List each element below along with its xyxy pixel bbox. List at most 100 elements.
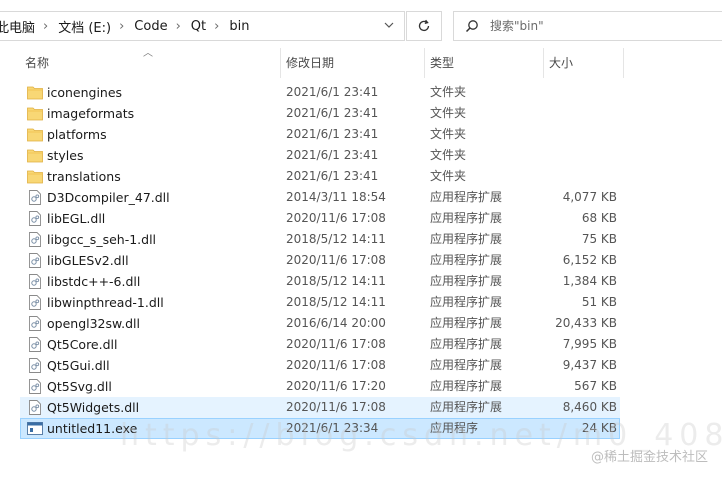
file-row[interactable]: libwinpthread-1.dll 2018/5/12 14:11 应用程序扩展… [20,292,620,313]
file-type: 文件夹 [430,127,467,141]
file-name[interactable]: translations [47,167,297,186]
file-row[interactable]: libEGL.dll 2020/11/6 17:08 应用程序扩展 68 KB [20,208,620,229]
column-header-name[interactable]: 名称 [20,48,280,78]
chevron-down-icon [384,22,394,28]
file-size: 68 KB [581,211,617,225]
address-dropdown-button[interactable] [374,11,404,39]
file-date: 2021/6/1 23:41 [286,106,379,120]
file-type: 文件夹 [430,85,467,99]
file-name[interactable]: D3Dcompiler_47.dll [47,188,297,207]
file-row[interactable]: Qt5Widgets.dll 2020/11/6 17:08 应用程序扩展 8,460… [20,397,620,418]
file-row[interactable]: libGLESv2.dll 2020/11/6 17:08 应用程序扩展 6,152 … [20,250,620,271]
file-type: 应用程序扩展 [430,232,503,246]
refresh-button[interactable] [406,11,442,41]
file-date: 2018/5/12 14:11 [286,274,386,288]
breadcrumb-separator-icon[interactable]: › [170,19,187,34]
search-input[interactable] [490,19,690,33]
file-size: 8,460 KB [562,400,617,414]
file-date: 2020/11/6 17:08 [286,253,386,267]
file-size [541,167,617,186]
file-row[interactable]: Qt5Core.dll 2020/11/6 17:08 应用程序扩展 7,995 KB [20,334,620,355]
file-date: 2018/5/12 14:11 [286,232,386,246]
breadcrumb[interactable]: 此电脑›文档 (E:)›Code›Qt›bin [0,11,405,41]
file-name[interactable]: Qt5Core.dll [47,335,297,354]
file-date: 2020/11/6 17:08 [286,337,386,351]
file-type: 应用程序扩展 [430,274,503,288]
watermark: @稀土掘金技术社区 [590,450,708,465]
breadcrumb-separator-icon[interactable]: › [37,19,54,34]
column-header-size[interactable]: 大小 [544,48,620,78]
file-size [541,125,617,144]
breadcrumb-separator-icon[interactable]: › [113,19,130,34]
refresh-icon [418,19,430,32]
file-date: 2020/11/6 17:08 [286,358,386,372]
address-bar: 此电脑›文档 (E:)›Code›Qt›bin [0,8,722,44]
file-type: 应用程序扩展 [430,253,503,267]
file-row[interactable]: libgcc_s_seh-1.dll 2018/5/12 14:11 应用程序扩展 7… [20,229,620,250]
file-name[interactable]: libEGL.dll [47,209,297,228]
folder-row[interactable]: imageformats 2021/6/1 23:41 文件夹 [20,103,620,124]
file-size [541,83,617,102]
breadcrumb-item[interactable]: Code [130,19,169,34]
file-row[interactable]: opengl32sw.dll 2016/6/14 20:00 应用程序扩展 20,43… [20,313,620,334]
file-name[interactable]: imageformats [47,104,297,123]
file-name[interactable]: libGLESv2.dll [47,251,297,270]
file-size [541,104,617,123]
file-size: 51 KB [581,295,617,309]
file-type: 应用程序扩展 [430,190,503,204]
file-type: 文件夹 [430,169,467,183]
folder-row[interactable]: translations 2021/6/1 23:41 文件夹 [20,166,620,187]
file-type: 应用程序扩展 [430,379,503,393]
file-size: 7,995 KB [562,337,617,351]
file-name[interactable]: styles [47,146,297,165]
file-type: 应用程序扩展 [430,400,503,414]
file-size: 20,433 KB [555,316,617,330]
file-date: 2020/11/6 17:08 [286,400,386,414]
file-size: 6,152 KB [562,253,617,267]
file-date: 2018/5/12 14:11 [286,295,386,309]
file-row[interactable]: D3Dcompiler_47.dll 2014/3/11 18:54 应用程序扩展 4… [20,187,620,208]
file-name[interactable]: libwinpthread-1.dll [47,293,297,312]
file-type: 应用程序扩展 [430,358,503,372]
file-date: 2016/6/14 20:00 [286,316,386,330]
breadcrumb-separator-icon[interactable]: › [208,19,225,34]
file-date: 2021/6/1 23:41 [286,148,379,162]
file-name[interactable]: Qt5Gui.dll [47,356,297,375]
file-row[interactable]: libstdc++-6.dll 2018/5/12 14:11 应用程序扩展 1,38… [20,271,620,292]
folder-row[interactable]: iconengines 2021/6/1 23:41 文件夹 [20,82,620,103]
file-type: 文件夹 [430,106,467,120]
file-size: 75 KB [581,232,617,246]
file-date: 2020/11/6 17:08 [286,211,386,225]
file-date: 2021/6/1 23:41 [286,127,379,141]
file-name[interactable]: iconengines [47,83,297,102]
file-row[interactable]: Qt5Gui.dll 2020/11/6 17:08 应用程序扩展 9,437 KB [20,355,620,376]
file-name[interactable]: libstdc++-6.dll [47,272,297,291]
file-date: 2021/6/1 23:41 [286,169,379,183]
file-type: 应用程序扩展 [430,211,503,225]
file-type: 应用程序扩展 [430,295,503,309]
search-box[interactable] [453,11,722,41]
file-size: 567 KB [574,379,617,393]
search-icon [454,19,490,33]
folder-row[interactable]: styles 2021/6/1 23:41 文件夹 [20,145,620,166]
file-name[interactable]: Qt5Widgets.dll [47,398,297,417]
file-type: 文件夹 [430,148,467,162]
file-name[interactable]: libgcc_s_seh-1.dll [47,230,297,249]
file-name[interactable]: platforms [47,125,297,144]
column-header-date[interactable]: 修改日期 [281,48,424,78]
file-name[interactable]: Qt5Svg.dll [47,377,297,396]
file-size: 1,384 KB [562,274,617,288]
column-header-type[interactable]: 类型 [425,48,543,78]
breadcrumb-item[interactable]: 文档 (E:) [54,17,113,36]
file-row[interactable]: Qt5Svg.dll 2020/11/6 17:20 应用程序扩展 567 KB [20,376,620,397]
folder-row[interactable]: platforms 2021/6/1 23:41 文件夹 [20,124,620,145]
breadcrumb-item[interactable]: 此电脑 [0,17,37,36]
file-type: 应用程序扩展 [430,337,503,351]
column-divider[interactable] [623,48,624,78]
file-date: 2020/11/6 17:20 [286,379,386,393]
file-size: 4,077 KB [562,190,617,204]
file-name[interactable]: opengl32sw.dll [47,314,297,333]
column-header-row: ︿ 名称 修改日期 类型 大小 [20,48,624,78]
breadcrumb-item[interactable]: Qt [187,19,208,34]
breadcrumb-item[interactable]: bin [225,19,251,34]
